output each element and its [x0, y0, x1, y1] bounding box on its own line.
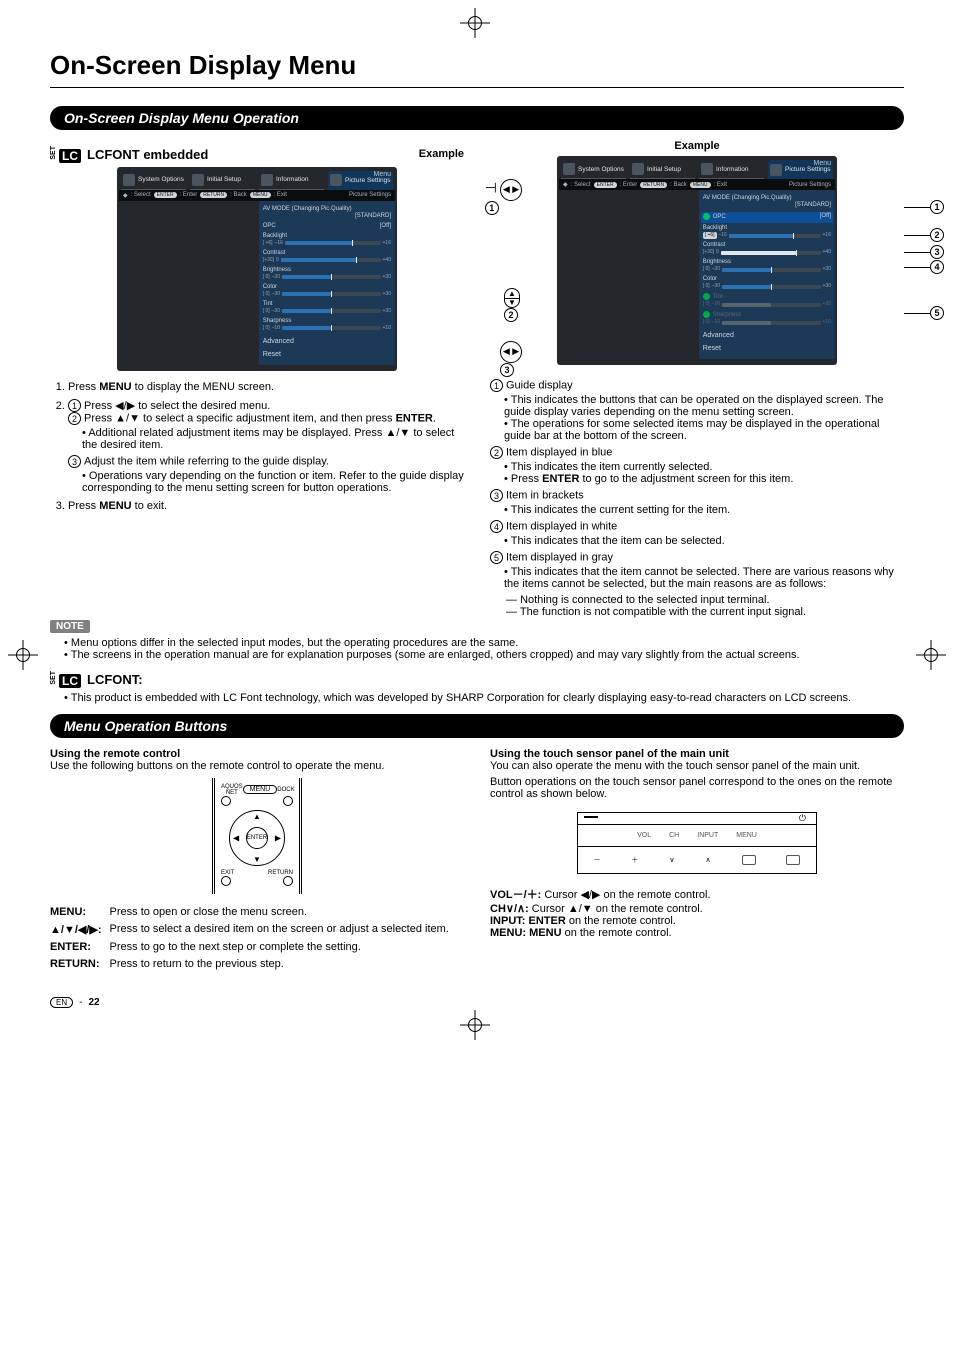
touchpanel-mapping: VOL－/＋: Cursor ◀/▶ on the remote control… — [490, 886, 904, 939]
lcfont-heading: SETLC LCFONT: — [50, 671, 904, 688]
section-header-operation: On-Screen Display Menu Operation — [50, 106, 904, 130]
remote-illustration: AQUOS NETMENUDOCK ▲ ▼ ◀ ▶ ENTER EXITRETU… — [212, 778, 302, 894]
note-section: NOTE Menu options differ in the selected… — [50, 620, 904, 704]
lcfont-embedded-heading: SETLC LCFONT embedded Example — [50, 146, 464, 163]
menu-icon — [786, 855, 800, 865]
tab-information[interactable]: Information — [259, 171, 324, 190]
operating-steps: Press MENU to display the MENU screen. 1… — [50, 381, 464, 513]
osd-example-right: Menu System Options Initial Setup Inform… — [490, 156, 904, 365]
osd-tabs: System Options Initial Setup Information… — [119, 169, 395, 190]
example-label-right: Example — [490, 140, 904, 152]
advanced-item[interactable]: Advanced — [263, 335, 391, 348]
input-icon — [742, 855, 756, 865]
page-footer: EN - 22 — [50, 997, 904, 1008]
guide-description-list: 1Guide display This indicates the button… — [490, 379, 904, 618]
page-title: On-Screen Display Menu — [50, 50, 904, 81]
tab-initial-setup[interactable]: Initial Setup — [190, 171, 255, 190]
dpad-icon: ▲ ▼ ◀ ▶ ENTER — [229, 810, 285, 866]
step-2-3-note: Operations vary depending on the functio… — [82, 470, 464, 494]
tab-system-options[interactable]: System Options — [121, 171, 186, 190]
touchpanel-heading: Using the touch sensor panel of the main… — [490, 748, 904, 760]
divider — [50, 87, 904, 88]
reset-item[interactable]: Reset — [263, 348, 391, 361]
step-1: Press MENU to display the MENU screen. — [68, 381, 274, 393]
step-2-2-note: Additional related adjustment items may … — [82, 427, 464, 451]
remote-definitions: MENU:Press to open or close the menu scr… — [50, 904, 457, 973]
osd-example-left: Menu System Options Initial Setup Inform… — [50, 167, 464, 371]
step-2-3: Adjust the item while referring to the g… — [84, 456, 329, 468]
menu-label: Menu — [373, 171, 391, 178]
step-2-2: Press ▲/▼ to select a specific adjustmen… — [84, 413, 436, 425]
osd-guide-bar: ◆: Select ENTER: Enter RETURN: Back MENU… — [119, 190, 395, 201]
step-2-1: Press ◀/▶ to select the desired menu. — [84, 400, 270, 412]
section-header-buttons: Menu Operation Buttons — [50, 714, 904, 738]
picture-settings-panel: AV MODE (Changing Pic.Quality)[STANDARD]… — [259, 201, 395, 365]
touchpanel-illustration: ⏻ VOL CH INPUT MENU －＋∨∧ — [577, 812, 817, 874]
selected-item-opc[interactable]: OPC[Off] — [701, 212, 833, 223]
remote-heading: Using the remote control — [50, 748, 464, 760]
step-3: Press MENU to exit. — [68, 500, 167, 512]
